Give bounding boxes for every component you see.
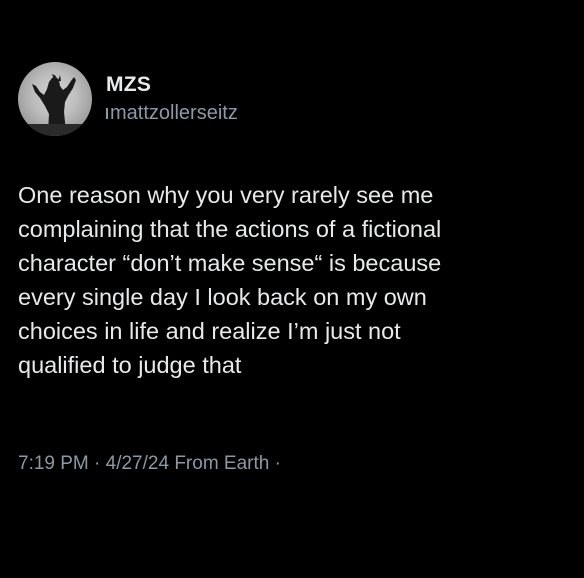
tweet-timestamp[interactable]: 7:19 PM · 4/27/24 From Earth · [18, 449, 281, 479]
display-name[interactable]: MZS [106, 72, 238, 98]
author-names: MZS mattzollerseitz [106, 72, 238, 126]
avatar[interactable] [18, 62, 92, 136]
tweet-text: One reason why you very rarely see me co… [18, 182, 442, 378]
user-handle[interactable]: mattzollerseitz [106, 100, 238, 126]
tweet-header: MZS mattzollerseitz [18, 62, 238, 136]
godzilla-icon [18, 74, 92, 136]
tweet: MZS mattzollerseitz One reason why you v… [0, 0, 584, 578]
